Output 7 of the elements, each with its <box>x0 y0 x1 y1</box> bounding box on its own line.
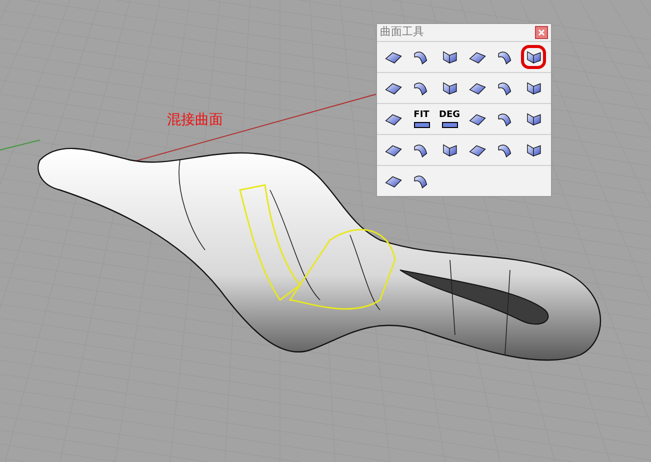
tool-button[interactable] <box>521 45 546 69</box>
toolbar-title: 曲面工具 <box>380 24 424 40</box>
tool-button[interactable]: FIT <box>409 107 434 131</box>
viewport-label: 混接曲面 <box>167 111 223 130</box>
tool-button[interactable]: DEG <box>437 107 462 131</box>
close-icon <box>538 29 545 36</box>
close-button[interactable] <box>535 26 548 39</box>
